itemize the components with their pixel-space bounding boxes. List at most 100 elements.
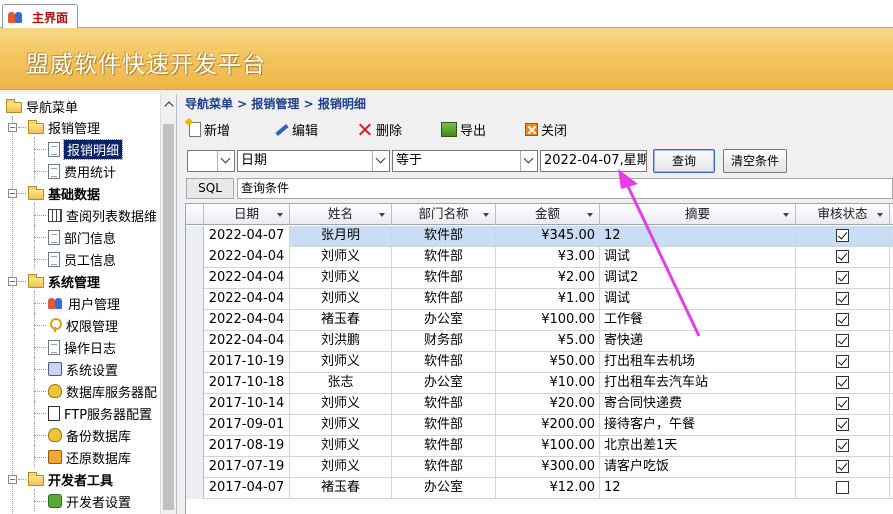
cell-summary[interactable]: 调试	[600, 289, 796, 310]
column-header[interactable]: 日期	[204, 204, 290, 225]
nav-item[interactable]: 部门信息	[48, 227, 116, 247]
cell-dept[interactable]: 财务部	[392, 331, 496, 352]
sort-dropdown-icon[interactable]	[877, 213, 883, 217]
cell-date[interactable]: 2017-09-01	[204, 415, 290, 436]
cell-date[interactable]: 2022-04-04	[204, 331, 290, 352]
nav-item[interactable]: 基础数据	[28, 183, 100, 203]
cell-amount[interactable]: ¥50.00	[496, 352, 600, 373]
nav-item[interactable]: 员工信息	[48, 249, 116, 269]
nav-scrollbar[interactable]	[160, 94, 176, 514]
cell-date[interactable]: 2017-04-07	[204, 478, 290, 499]
cell-amount[interactable]: ¥100.00	[496, 310, 600, 331]
chevron-down-icon[interactable]	[217, 151, 234, 171]
column-header[interactable]: 金额	[496, 204, 600, 225]
audit-checkbox[interactable]	[836, 271, 849, 284]
chevron-down-icon[interactable]	[372, 151, 389, 171]
cell-dept[interactable]: 软件部	[392, 457, 496, 478]
expand-toggle-icon[interactable]: −	[8, 277, 17, 286]
cell-dept[interactable]: 软件部	[392, 289, 496, 310]
cell-name[interactable]: 刘师义	[290, 436, 392, 457]
expand-toggle-icon[interactable]: −	[8, 123, 17, 132]
nav-item[interactable]: 操作日志	[48, 337, 116, 357]
table-row[interactable]: 2017-07-19 刘师义 软件部 ¥300.00 请客户吃饭	[186, 457, 893, 478]
cell-date[interactable]: 2017-08-19	[204, 436, 290, 457]
audit-checkbox[interactable]	[836, 439, 849, 452]
nav-item[interactable]: 数据库服务器配	[48, 381, 157, 401]
cell-amount[interactable]: ¥5.00	[496, 331, 600, 352]
cell-dept[interactable]: 办公室	[392, 310, 496, 331]
cell-summary[interactable]: 打出租车去汽车站	[600, 373, 796, 394]
cell-dept[interactable]: 软件部	[392, 436, 496, 457]
column-header[interactable]: 摘要	[600, 204, 796, 225]
cell-summary[interactable]: 工作餐	[600, 310, 796, 331]
nav-item[interactable]: 还原数据库	[48, 447, 131, 467]
cell-dept[interactable]: 软件部	[392, 268, 496, 289]
cell-date[interactable]: 2022-04-04	[204, 268, 290, 289]
cell-date[interactable]: 2022-04-04	[204, 289, 290, 310]
row-indicator[interactable]	[186, 331, 204, 352]
expand-toggle-icon[interactable]: −	[8, 475, 17, 484]
cell-amount[interactable]: ¥100.00	[496, 436, 600, 457]
row-indicator[interactable]	[186, 247, 204, 268]
nav-item[interactable]: 报销管理	[28, 117, 100, 137]
cell-name[interactable]: 刘师义	[290, 247, 392, 268]
cell-amount[interactable]: ¥1.00	[496, 289, 600, 310]
column-header[interactable]: 姓名	[290, 204, 392, 225]
row-indicator[interactable]	[186, 289, 204, 310]
cell-summary[interactable]: 调试	[600, 247, 796, 268]
sort-dropdown-icon[interactable]	[587, 213, 593, 217]
cell-dept[interactable]: 软件部	[392, 352, 496, 373]
cell-name[interactable]: 褚玉春	[290, 310, 392, 331]
cell-date[interactable]: 2017-10-14	[204, 394, 290, 415]
delete-button[interactable]: 删除	[357, 119, 402, 139]
row-indicator[interactable]	[186, 394, 204, 415]
cell-amount[interactable]: ¥345.00	[496, 226, 600, 247]
close-button[interactable]: 关闭	[525, 119, 567, 139]
audit-checkbox[interactable]	[836, 481, 849, 494]
nav-item[interactable]: FTP服务器配置	[48, 403, 152, 423]
table-row[interactable]: 2022-04-04 刘师义 软件部 ¥3.00 调试	[186, 247, 893, 268]
cell-summary[interactable]: 寄快递	[600, 331, 796, 352]
column-header[interactable]: 部门名称	[392, 204, 496, 225]
sql-condition-field[interactable]: 查询条件	[237, 178, 893, 199]
new-button[interactable]: 新增	[189, 119, 230, 139]
row-indicator[interactable]	[186, 226, 204, 247]
cell-dept[interactable]: 软件部	[392, 394, 496, 415]
audit-checkbox[interactable]	[836, 355, 849, 368]
nav-item[interactable]: 查阅列表数据维	[48, 205, 157, 225]
cell-summary[interactable]: 请客户吃饭	[600, 457, 796, 478]
cell-dept[interactable]: 办公室	[392, 478, 496, 499]
cell-summary[interactable]: 打出租车去机场	[600, 352, 796, 373]
table-row[interactable]: 2017-10-14 刘师义 软件部 ¥20.00 寄合同快递费	[186, 394, 893, 415]
nav-item[interactable]: 权限管理	[48, 315, 118, 335]
audit-checkbox[interactable]	[836, 229, 849, 242]
audit-checkbox[interactable]	[836, 250, 849, 263]
cell-date[interactable]: 2017-10-19	[204, 352, 290, 373]
row-indicator[interactable]	[186, 268, 204, 289]
cell-summary[interactable]: 接待客户，午餐	[600, 415, 796, 436]
edit-button[interactable]: 编辑	[273, 119, 318, 139]
cell-amount[interactable]: ¥200.00	[496, 415, 600, 436]
cell-date[interactable]: 2022-04-04	[204, 310, 290, 331]
cell-amount[interactable]: ¥2.00	[496, 268, 600, 289]
field-select[interactable]: 日期	[237, 150, 390, 172]
cell-name[interactable]: 张志	[290, 373, 392, 394]
cell-name[interactable]: 刘师义	[290, 394, 392, 415]
operator-select[interactable]: 等于	[392, 150, 538, 172]
sort-dropdown-icon[interactable]	[783, 213, 789, 217]
cell-name[interactable]: 刘师义	[290, 289, 392, 310]
export-button[interactable]: 导出	[441, 119, 486, 139]
audit-checkbox[interactable]	[836, 334, 849, 347]
row-indicator[interactable]	[186, 310, 204, 331]
sort-dropdown-icon[interactable]	[483, 213, 489, 217]
nav-root[interactable]: 导航菜单	[6, 96, 78, 116]
row-indicator[interactable]	[186, 478, 204, 499]
audit-checkbox[interactable]	[836, 313, 849, 326]
nav-item[interactable]: 费用统计	[48, 161, 116, 181]
cell-name[interactable]: 刘师义	[290, 352, 392, 373]
audit-checkbox[interactable]	[836, 292, 849, 305]
logic-select[interactable]	[187, 150, 235, 172]
cell-name[interactable]: 刘师义	[290, 415, 392, 436]
nav-scroll-thumb[interactable]	[163, 124, 174, 510]
audit-checkbox[interactable]	[836, 460, 849, 473]
